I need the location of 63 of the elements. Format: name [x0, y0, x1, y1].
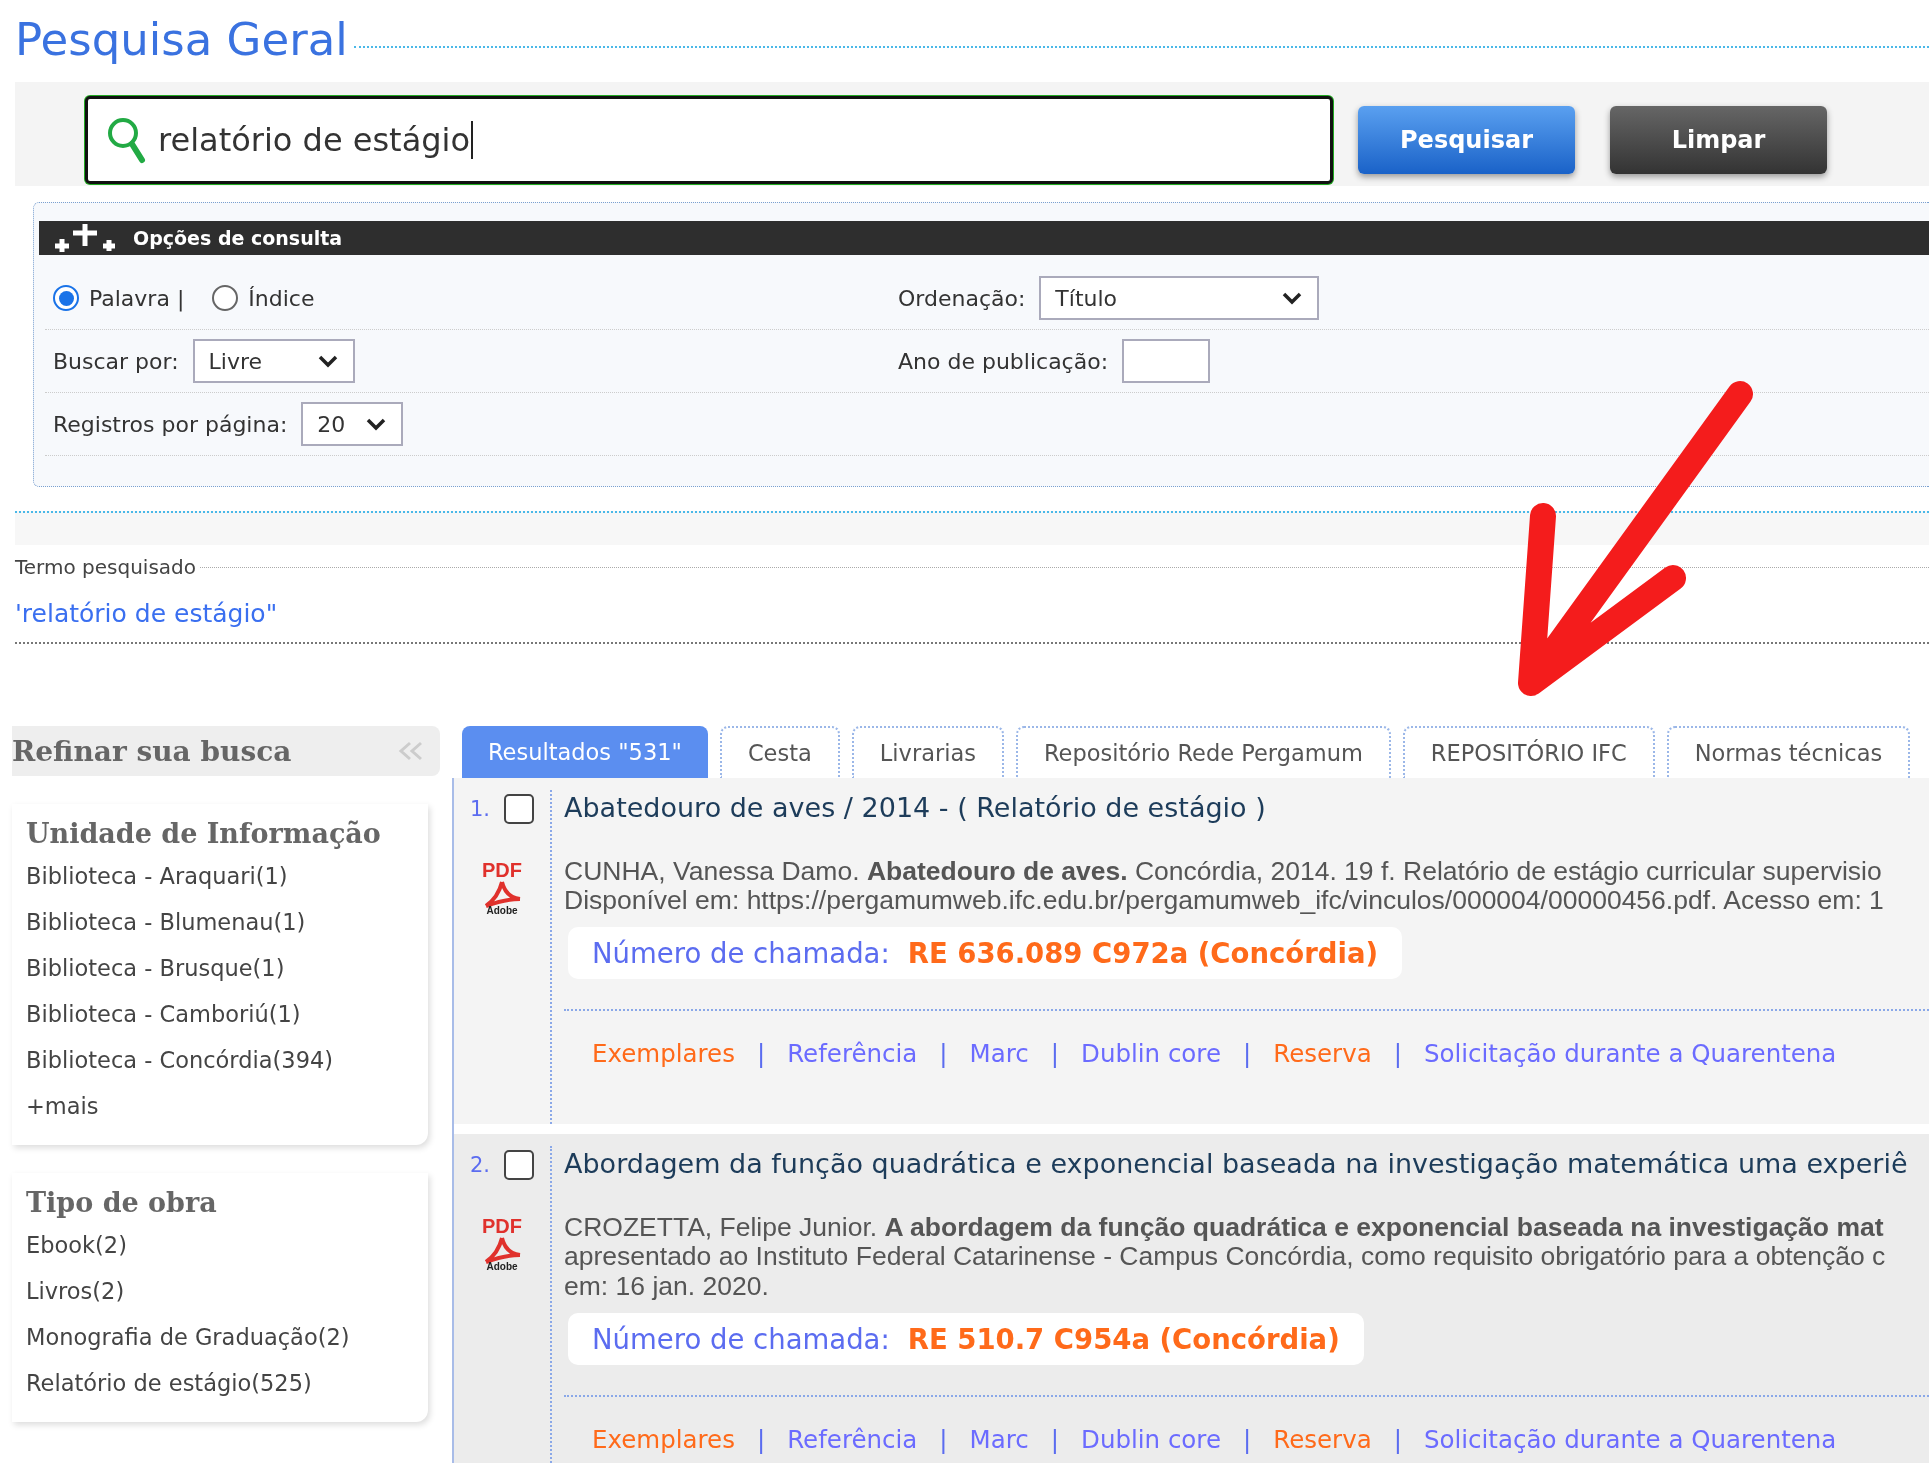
separator: |	[1242, 1424, 1252, 1454]
searched-term-label: Termo pesquisado	[15, 555, 197, 579]
chevron-down-icon	[316, 354, 339, 368]
search-button[interactable]: Pesquisar	[1358, 106, 1575, 174]
separator: |	[756, 1039, 766, 1069]
result-link[interactable]: Marc	[969, 1039, 1029, 1069]
tab[interactable]: Repositório Rede Pergamum	[1015, 726, 1391, 778]
separator: |	[939, 1039, 948, 1069]
filter-link[interactable]: Biblioteca - Concórdia(394)	[26, 1037, 334, 1083]
result-title[interactable]: Abordagem da função quadrática e exponencial baseada na investigação matemática uma experiê	[564, 1148, 1929, 1180]
separator: |	[1393, 1039, 1402, 1069]
filter-link[interactable]: Relatório de estágio(525)	[26, 1360, 312, 1406]
filter-link[interactable]: Biblioteca - Blumenau(1)	[26, 899, 306, 945]
chevron-down-icon	[365, 417, 388, 431]
search-icon	[106, 116, 146, 164]
options-header: Opções de consulta	[39, 221, 1929, 255]
filter-link[interactable]: Livros(2)	[26, 1268, 125, 1314]
search-by-label: Buscar por:	[53, 348, 179, 374]
separator: |	[1393, 1424, 1402, 1454]
tab[interactable]: Cesta	[719, 726, 840, 778]
chevron-down-icon	[1281, 291, 1304, 305]
result-description: CROZETTA, Felipe Junior. A abordagem da função quadrática e exponencial baseada na investigação mat apresentado ao Instituto Federal Catarinense - Campus Concórdia, como requisito obrigatório para a obtenção c em: 16 jan. 2020.	[564, 1213, 1887, 1301]
page-title: Pesquisa Geral	[15, 13, 348, 66]
clear-button[interactable]: Limpar	[1610, 106, 1827, 174]
result-description: CUNHA, Vanessa Damo. Abatedouro de aves. Concórdia, 2014. 19 f. Relatório de estágio curricular supervisio Disponível em: https://pergamumweb.ifc.edu.br/pergamumweb_ifc/vinculos/000004/00000456.pdf. Acesso em: 1	[564, 857, 1885, 916]
result-link[interactable]: Referência	[787, 1039, 918, 1069]
radio-option[interactable]: Índice	[212, 285, 315, 311]
searched-term: 'relatório de estágio"	[15, 599, 279, 628]
filter-link[interactable]: Biblioteca - Camboriú(1)	[26, 991, 301, 1037]
sidebar-title: Refinar sua busca	[12, 734, 292, 768]
tab[interactable]: Normas técnicas	[1666, 726, 1911, 778]
per-page-select[interactable]: 20	[301, 402, 404, 446]
separator: |	[756, 1424, 766, 1454]
call-number-box: Número de chamada: RE 636.089 C972a (Concórdia)	[568, 927, 1402, 980]
tab[interactable]: REPOSITÓRIO IFC	[1402, 726, 1655, 778]
separator: |	[1050, 1039, 1059, 1069]
filter-link[interactable]: +mais	[26, 1083, 99, 1129]
radio-option[interactable]: Palavra |	[53, 285, 185, 311]
result-title[interactable]: Abatedouro de aves / 2014 - ( Relatório de estágio )	[564, 792, 1929, 823]
result-checkbox[interactable]	[504, 1150, 534, 1181]
result-link[interactable]: Dublin core	[1081, 1039, 1221, 1069]
sort-select[interactable]: Título	[1039, 276, 1320, 320]
filter-link[interactable]: Biblioteca - Brusque(1)	[26, 945, 285, 991]
tab[interactable]: Livrarias	[851, 726, 1004, 778]
year-label: Ano de publicação:	[898, 348, 1109, 374]
year-field[interactable]	[1122, 339, 1211, 383]
search-field[interactable]: relatório de estágio	[85, 96, 1333, 184]
filter-link[interactable]: Monografia de Graduação(2)	[26, 1314, 350, 1360]
filter-group-title: Unidade de Informação	[26, 818, 382, 849]
filter-link[interactable]: Biblioteca - Araquari(1)	[26, 853, 288, 899]
result-link[interactable]: Solicitação durante a Quarentena	[1423, 1039, 1837, 1069]
result-checkbox[interactable]	[504, 794, 534, 824]
search-by-select[interactable]: Livre	[192, 339, 355, 383]
separator: |	[1050, 1424, 1059, 1454]
per-page-label: Registros por página:	[53, 411, 288, 437]
separator: |	[939, 1424, 948, 1454]
result-number: 1.	[469, 797, 490, 821]
sort-label: Ordenação:	[898, 285, 1026, 311]
filter-group-title: Tipo de obra	[26, 1187, 218, 1218]
separator: |	[1242, 1039, 1252, 1069]
result-number: 2.	[469, 1153, 490, 1178]
call-number-box: Número de chamada: RE 510.7 C954a (Concórdia)	[568, 1312, 1364, 1365]
filter-link[interactable]: Ebook(2)	[26, 1222, 127, 1268]
